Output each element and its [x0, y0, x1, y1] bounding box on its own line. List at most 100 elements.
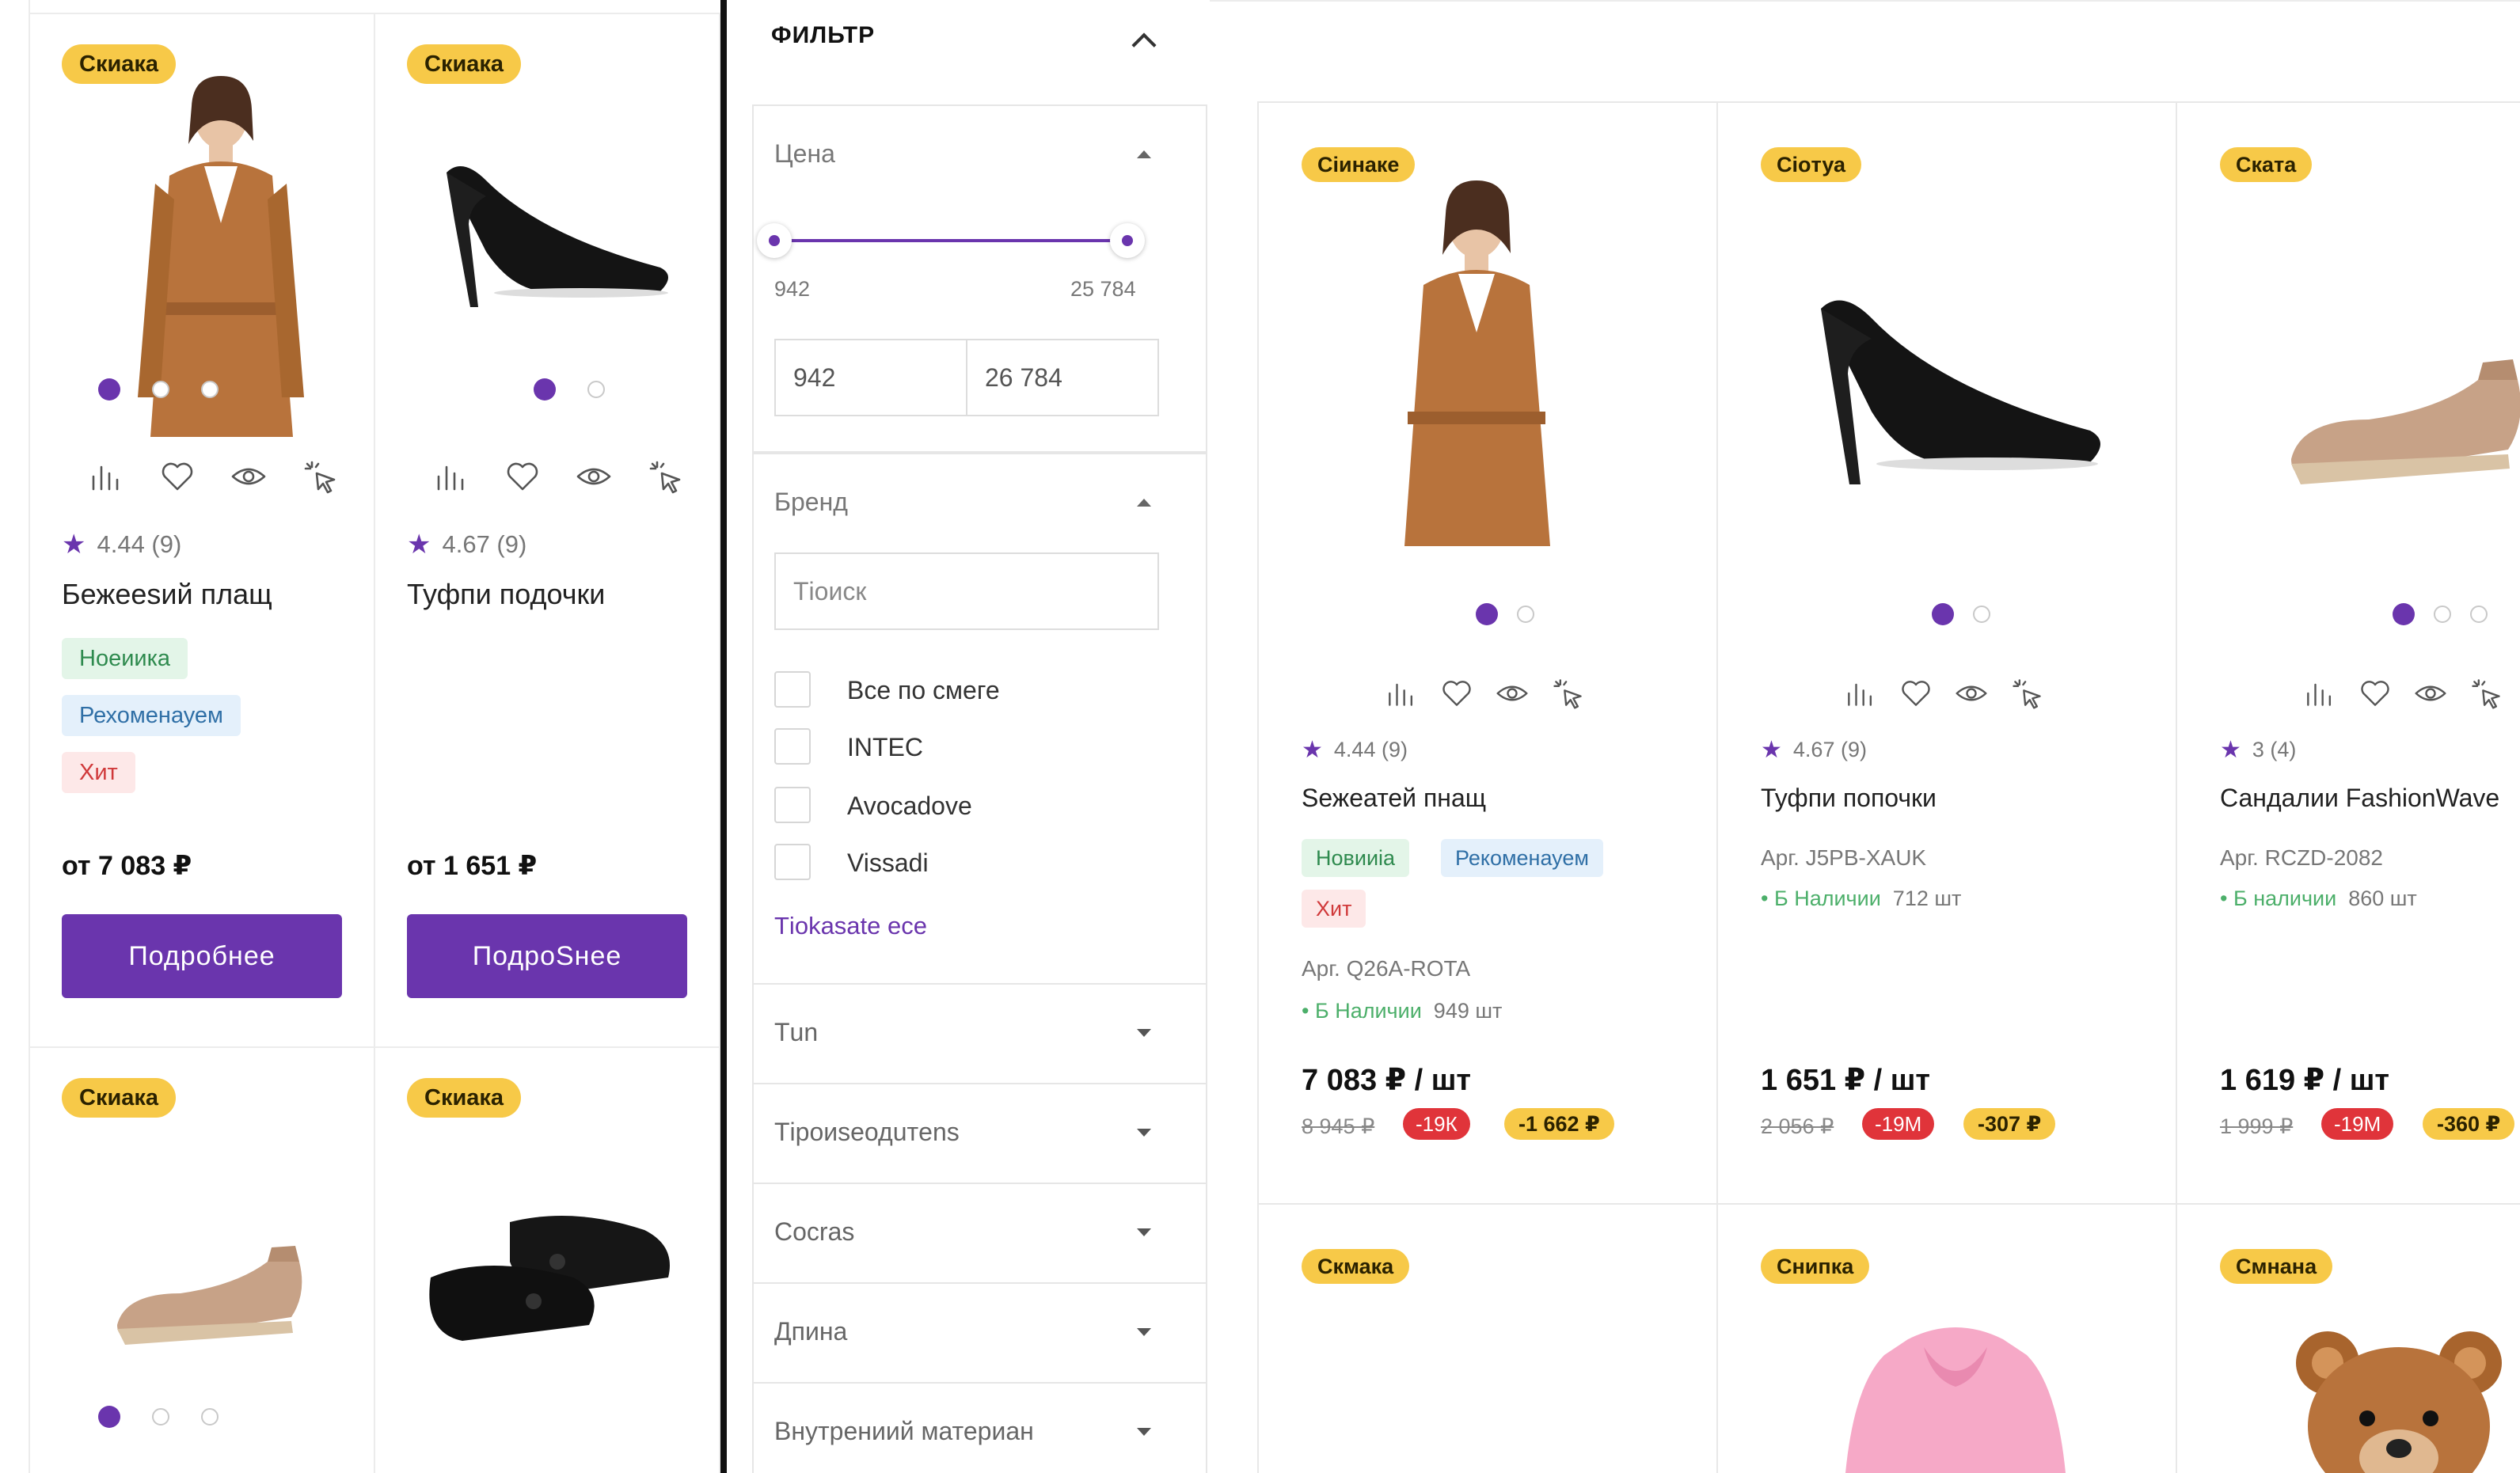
- sandal-photo[interactable]: [109, 1230, 315, 1357]
- filter-panel: ФИЛЬТР Цена 942 25 784 942 26 784 Бренд …: [727, 0, 1210, 1473]
- heel-shoe-photo[interactable]: [1789, 277, 2122, 514]
- product-name[interactable]: Сандалии FashionWave: [2220, 784, 2499, 813]
- teddy-bear-photo[interactable]: [2280, 1315, 2518, 1473]
- eye-icon[interactable]: [230, 457, 268, 495]
- cursor-click-icon[interactable]: [301, 457, 339, 495]
- product-name[interactable]: Туфпи попочки: [1761, 784, 1937, 813]
- heart-icon[interactable]: [2358, 676, 2393, 711]
- brand-checkbox[interactable]: [774, 787, 811, 823]
- heart-icon[interactable]: [1439, 676, 1474, 711]
- brand-search-input[interactable]: Тioиск: [774, 552, 1159, 630]
- stock-status: • Б Наличии 712 шт: [1761, 886, 1962, 910]
- carousel-dot[interactable]: [534, 378, 556, 401]
- sandal-photo[interactable]: [2280, 340, 2520, 499]
- product-card[interactable]: Скмака: [1257, 1203, 1718, 1473]
- eye-icon[interactable]: [2413, 676, 2448, 711]
- collapse-arrow-icon[interactable]: [1137, 150, 1151, 158]
- price-from-input[interactable]: 942: [774, 339, 967, 416]
- carousel-dot[interactable]: [1517, 606, 1534, 623]
- brand-option-label[interactable]: Avocadove: [847, 792, 972, 821]
- compare-icon[interactable]: [432, 457, 470, 495]
- product-card[interactable]: Смнана: [2176, 1203, 2520, 1473]
- brand-option-label[interactable]: INTEC: [847, 733, 923, 762]
- product-card[interactable]: Сioтуа ★ 4.67 (9) Туфпи попочки Арг. J5PB…: [1716, 101, 2177, 1205]
- product-card[interactable]: Скиака ★ 4.44 (9) Бежееѕий плащ Ноеиика Р…: [30, 14, 375, 1048]
- expand-arrow-icon[interactable]: [1137, 1328, 1151, 1336]
- carousel-dot[interactable]: [1476, 603, 1498, 625]
- heart-icon[interactable]: [158, 457, 196, 495]
- rating: ★ 3 (4): [2220, 737, 2297, 763]
- carousel-dot[interactable]: [201, 381, 219, 398]
- carousel-dot[interactable]: [98, 1406, 120, 1428]
- product-card[interactable]: Сiинаке ★ 4.44 (9) Ѕежеатей пнащ Новииiа …: [1257, 101, 1718, 1205]
- product-name[interactable]: Ѕежеатей пнащ: [1302, 784, 1486, 813]
- range-handle-min[interactable]: [757, 223, 792, 258]
- carousel-dot[interactable]: [201, 1408, 219, 1426]
- carousel-dot[interactable]: [1932, 603, 1954, 625]
- tag-new: Ноеиика: [62, 638, 188, 679]
- range-handle-max[interactable]: [1110, 223, 1145, 258]
- discount-badge: Снипка: [1761, 1249, 1870, 1284]
- cursor-click-icon[interactable]: [2469, 676, 2503, 711]
- expand-arrow-icon[interactable]: [1137, 1029, 1151, 1037]
- eye-icon[interactable]: [575, 457, 613, 495]
- product-name[interactable]: Туфпи подочки: [407, 578, 605, 611]
- section-title[interactable]: Бренд: [774, 488, 848, 517]
- carousel-dot[interactable]: [587, 381, 605, 398]
- cursor-click-icon[interactable]: [2009, 676, 2044, 711]
- details-button[interactable]: Подробнее: [62, 914, 342, 998]
- carousel-dot[interactable]: [98, 378, 120, 401]
- carousel-dot[interactable]: [152, 1408, 169, 1426]
- brand-checkbox[interactable]: [774, 844, 811, 880]
- eye-icon[interactable]: [1495, 676, 1530, 711]
- cursor-click-icon[interactable]: [1550, 676, 1585, 711]
- carousel-dot[interactable]: [2434, 606, 2451, 623]
- filter-section-composition[interactable]: Cocras: [752, 1183, 1207, 1284]
- section-title: Cocras: [774, 1217, 855, 1246]
- collapse-arrow-icon[interactable]: [1137, 499, 1151, 507]
- product-name[interactable]: Бежееѕий плащ: [62, 578, 272, 611]
- image-carousel-dots: [1476, 603, 1534, 625]
- compare-icon[interactable]: [87, 457, 125, 495]
- carousel-dot[interactable]: [2393, 603, 2415, 625]
- brand-checkbox[interactable]: [774, 671, 811, 708]
- eye-icon[interactable]: [1954, 676, 1989, 711]
- compare-icon[interactable]: [1384, 676, 1419, 711]
- brand-checkbox[interactable]: [774, 728, 811, 765]
- expand-arrow-icon[interactable]: [1137, 1228, 1151, 1236]
- filter-section-length[interactable]: Дпина: [752, 1282, 1207, 1384]
- heart-icon[interactable]: [504, 457, 542, 495]
- product-card[interactable]: Скиака: [30, 1048, 375, 1473]
- brand-option-label[interactable]: Все по смеге: [847, 676, 1000, 705]
- pink-hoodie-photo[interactable]: [1829, 1323, 2082, 1473]
- details-button[interactable]: ПодроЅнее: [407, 914, 687, 998]
- carousel-dot[interactable]: [152, 381, 169, 398]
- filter-section-manufacturer[interactable]: Тipоиseодuтens: [752, 1083, 1207, 1184]
- filter-section-inner-material[interactable]: Внутрениий материан: [752, 1382, 1207, 1473]
- heart-icon[interactable]: [1899, 676, 1933, 711]
- cursor-click-icon[interactable]: [646, 457, 684, 495]
- compare-icon[interactable]: [2302, 676, 2337, 711]
- collapse-chevron-icon[interactable]: [1131, 32, 1157, 58]
- product-card[interactable]: Снипка: [1716, 1203, 2177, 1473]
- loafers-photo[interactable]: [415, 1190, 684, 1372]
- expand-arrow-icon[interactable]: [1137, 1129, 1151, 1137]
- carousel-dot[interactable]: [2470, 606, 2488, 623]
- coat-photo[interactable]: [1362, 166, 1591, 546]
- product-card[interactable]: Скиака ★ 4.67 (9) Туфпи подочки от 1 651 …: [375, 14, 720, 1048]
- section-title[interactable]: Цена: [774, 139, 835, 169]
- show-all-link[interactable]: Тiokasate ece: [774, 912, 927, 940]
- price-to-input[interactable]: 26 784: [966, 339, 1159, 416]
- filter-section-type[interactable]: Тun: [752, 983, 1207, 1084]
- carousel-dot[interactable]: [1973, 606, 1990, 623]
- compare-icon[interactable]: [1843, 676, 1878, 711]
- product-card[interactable]: Ската ★ 3 (4) Сандалии FashionWave Арг. R…: [2176, 101, 2520, 1205]
- product-card[interactable]: Скиака: [375, 1048, 720, 1473]
- brand-option-label[interactable]: Vissadi: [847, 848, 929, 878]
- tag-new: Новииiа: [1302, 839, 1410, 877]
- heel-shoe-photo[interactable]: [423, 149, 684, 331]
- expand-arrow-icon[interactable]: [1137, 1428, 1151, 1436]
- image-carousel-dots: [98, 378, 219, 401]
- range-max-label: 25 784: [1070, 277, 1136, 301]
- discount-badge: Ската: [2220, 147, 2313, 182]
